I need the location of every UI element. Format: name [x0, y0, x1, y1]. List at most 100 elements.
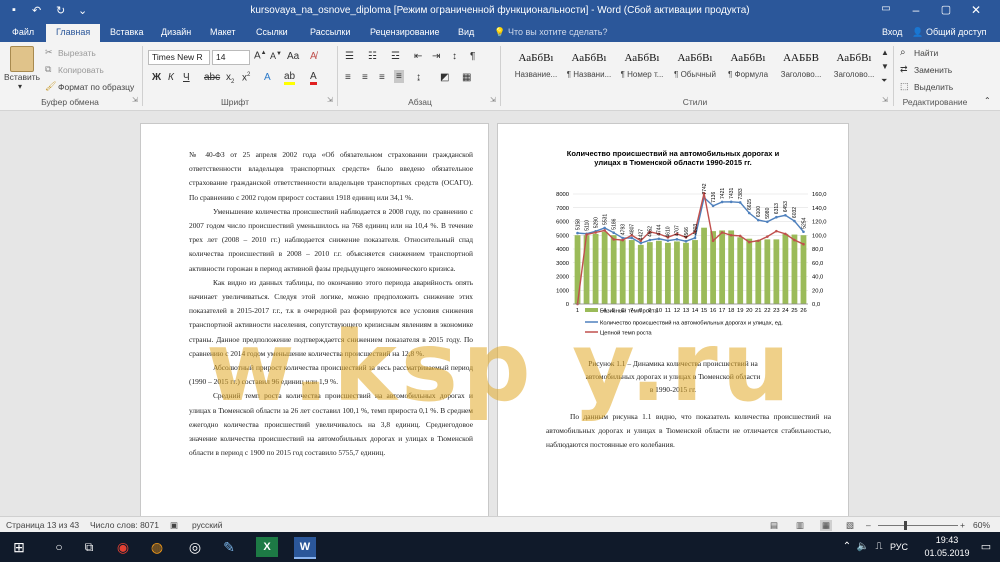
start-windows-icon[interactable]: ⊞	[8, 537, 30, 557]
clear-formatting-icon[interactable]: A̸	[310, 51, 317, 62]
style-item[interactable]: АаБбВı ¶ Обычный	[669, 46, 721, 90]
highlight-icon[interactable]: ab	[284, 72, 296, 85]
proofing-icon[interactable]: ▣	[170, 520, 178, 531]
underline-icon[interactable]: Ч	[183, 72, 190, 83]
input-language[interactable]: РУС	[890, 542, 908, 552]
paste-dropdown-icon[interactable]: ▾	[18, 82, 22, 91]
ribbon-display-icon[interactable]: ▭	[872, 3, 900, 14]
tell-me-input[interactable]: Что вы хотите сделать?	[508, 27, 608, 37]
align-left-icon[interactable]: ≡	[345, 72, 351, 83]
tab-review[interactable]: Рецензирование	[370, 27, 440, 37]
select-button[interactable]: Выделить	[914, 82, 953, 92]
shading-icon[interactable]: ◩	[440, 72, 449, 83]
sort-icon[interactable]: ↕	[452, 51, 457, 62]
minimize-button[interactable]: –	[902, 3, 930, 17]
font-name-box[interactable]: Times New R	[148, 50, 210, 65]
paint-icon[interactable]: ✎	[218, 537, 240, 557]
font-color-icon[interactable]: A	[310, 72, 317, 85]
text-effects-icon[interactable]: A	[264, 72, 271, 83]
styles-scroll-down-icon[interactable]: ▼	[881, 62, 889, 71]
styles-launcher-icon[interactable]: ⇲	[882, 96, 888, 104]
multilevel-list-icon[interactable]: ☲	[391, 51, 400, 62]
bold-icon[interactable]: Ж	[152, 72, 161, 83]
notifications-icon[interactable]: ▭	[975, 537, 997, 557]
cut-button[interactable]: Вырезать	[58, 48, 96, 58]
search-icon[interactable]: ○	[48, 537, 70, 557]
clipboard-launcher-icon[interactable]: ⇲	[132, 96, 138, 104]
web-layout-icon[interactable]: ▧	[846, 520, 854, 531]
maximize-button[interactable]: ▢	[932, 3, 960, 16]
justify-icon[interactable]: ≡	[394, 70, 404, 83]
word-count[interactable]: Число слов: 8071	[90, 520, 159, 530]
styles-scroll-up-icon[interactable]: ▲	[881, 48, 889, 57]
tab-references[interactable]: Ссылки	[256, 27, 288, 37]
collapse-ribbon-icon[interactable]: ⌃	[984, 96, 991, 105]
app-icon[interactable]: ◎	[184, 537, 206, 557]
zoom-in-button[interactable]: +	[960, 520, 965, 530]
language[interactable]: русский	[192, 520, 223, 530]
focus-mode-icon[interactable]: ▤	[770, 520, 778, 531]
bullets-icon[interactable]: ☰	[345, 51, 354, 62]
font-launcher-icon[interactable]: ⇲	[327, 96, 333, 104]
replace-button[interactable]: Заменить	[914, 65, 952, 75]
decrease-indent-icon[interactable]: ⇤	[414, 51, 422, 62]
page-left[interactable]: № 40-ФЗ от 25 апреля 2002 года «Об обяза…	[140, 123, 489, 516]
font-size-box[interactable]: 14	[212, 50, 250, 65]
clock-time[interactable]: 19:43	[927, 535, 967, 545]
paragraph-launcher-icon[interactable]: ⇲	[490, 96, 496, 104]
superscript-icon[interactable]: x2	[242, 72, 250, 83]
document-area[interactable]: № 40-ФЗ от 25 апреля 2002 года «Об обяза…	[0, 111, 1000, 516]
sign-in-link[interactable]: Вход	[882, 27, 902, 37]
shrink-font-icon[interactable]: A▼	[270, 51, 282, 61]
excel-icon[interactable]: X	[256, 537, 278, 557]
change-case-icon[interactable]: Aa	[287, 51, 299, 62]
tab-insert[interactable]: Вставка	[110, 27, 143, 37]
subscript-icon[interactable]: x2	[226, 72, 234, 85]
tab-home[interactable]: Главная	[46, 24, 101, 42]
align-right-icon[interactable]: ≡	[379, 72, 385, 83]
strikethrough-icon[interactable]: abc	[204, 72, 220, 83]
read-mode-icon[interactable]: ▥	[796, 520, 804, 531]
page-count[interactable]: Страница 13 из 43	[6, 520, 79, 530]
zoom-slider-thumb[interactable]	[904, 521, 907, 530]
style-item[interactable]: АаБбВı ¶ Формула	[722, 46, 774, 90]
style-item[interactable]: АаБбВı ¶ Номер т...	[616, 46, 668, 90]
share-icon[interactable]: 👤	[912, 27, 923, 38]
show-marks-icon[interactable]: ¶	[470, 51, 475, 62]
print-layout-icon[interactable]: ▦	[820, 520, 833, 531]
tab-layout[interactable]: Макет	[210, 27, 235, 37]
line-spacing-icon[interactable]: ↨	[416, 72, 421, 83]
find-button[interactable]: Найти	[914, 48, 938, 58]
tab-view[interactable]: Вид	[458, 27, 474, 37]
zoom-level[interactable]: 60%	[973, 520, 990, 530]
tab-design[interactable]: Дизайн	[161, 27, 191, 37]
styles-more-icon[interactable]: ⏷	[881, 76, 887, 86]
style-item[interactable]: АаБбВı Название...	[510, 46, 562, 90]
word-icon[interactable]: W	[294, 537, 316, 559]
style-item[interactable]: АаБбВı ¶ Названи...	[563, 46, 615, 90]
paste-icon[interactable]	[10, 46, 34, 72]
chrome-icon[interactable]: ◉	[112, 537, 134, 557]
firefox-icon[interactable]: ◍	[146, 537, 168, 557]
tab-file[interactable]: Файл	[12, 27, 34, 37]
increase-indent-icon[interactable]: ⇥	[432, 51, 440, 62]
paste-button[interactable]: Вставить	[4, 72, 40, 82]
tab-mailings[interactable]: Рассылки	[310, 27, 350, 37]
network-icon[interactable]: ⎍	[868, 537, 890, 557]
share-button[interactable]: Общий доступ	[926, 27, 986, 37]
copy-button[interactable]: Копировать	[58, 65, 104, 75]
grow-font-icon[interactable]: A▲	[254, 50, 267, 61]
style-item[interactable]: ААББВ Заголово...	[775, 46, 827, 90]
style-item[interactable]: АаБбВı Заголово...	[828, 46, 880, 90]
zoom-out-button[interactable]: –	[866, 520, 871, 530]
italic-icon[interactable]: К	[168, 72, 174, 83]
task-view-icon[interactable]: ⧉	[78, 537, 100, 557]
clock-date[interactable]: 01.05.2019	[917, 548, 977, 558]
borders-icon[interactable]: ▦	[462, 72, 471, 83]
align-center-icon[interactable]: ≡	[362, 72, 368, 83]
close-button[interactable]: ✕	[962, 3, 990, 17]
zoom-slider[interactable]	[878, 525, 958, 526]
page-right[interactable]: Количество происшествий на автомобильных…	[497, 123, 849, 516]
format-painter-button[interactable]: Формат по образцу	[58, 82, 134, 92]
numbering-icon[interactable]: ☷	[368, 51, 377, 62]
